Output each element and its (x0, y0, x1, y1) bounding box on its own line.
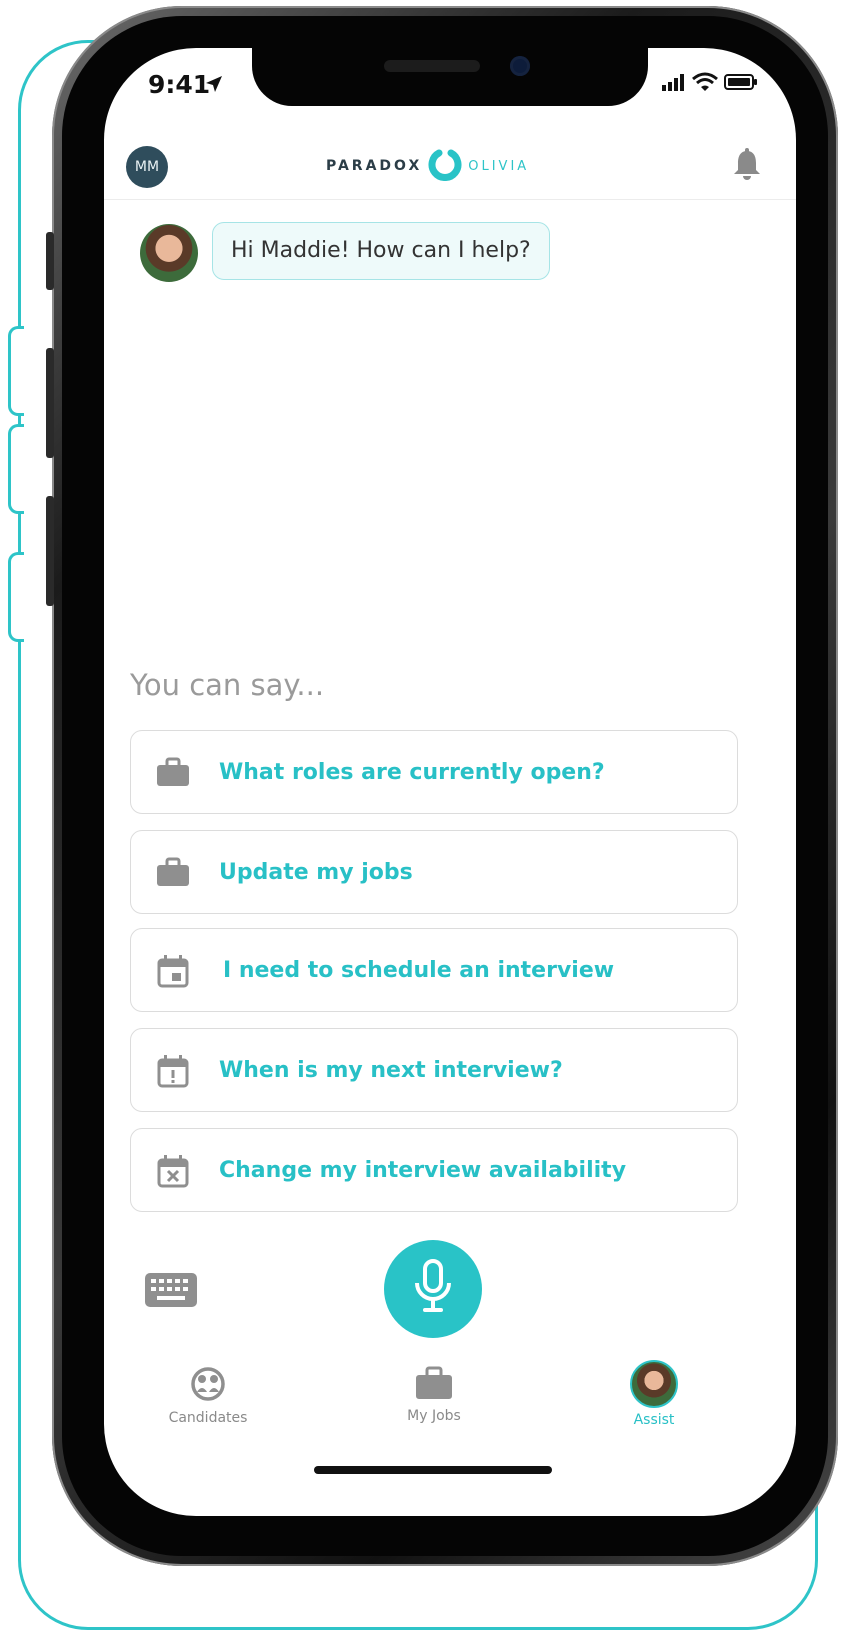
olivia-avatar (140, 224, 198, 282)
suggestion-label: I need to schedule an interview (223, 958, 615, 983)
microphone-icon (413, 1259, 453, 1319)
decorative-side-tab (8, 424, 24, 514)
microphone-button[interactable] (384, 1240, 482, 1338)
suggestion-schedule-interview[interactable]: I need to schedule an interview (130, 928, 738, 1012)
calendar-cancel-icon (155, 1155, 191, 1193)
calendar-icon (155, 955, 191, 993)
suggestion-label: When is my next interview? (219, 1058, 563, 1083)
candidates-icon (190, 1367, 226, 1406)
signal-icon (662, 73, 686, 95)
tab-label: My Jobs (407, 1408, 461, 1424)
tab-candidates[interactable]: Candidates (138, 1366, 278, 1426)
tab-label: Assist (633, 1412, 675, 1428)
decorative-side-tab (8, 326, 24, 416)
speaker (384, 60, 480, 72)
status-indicators (662, 72, 758, 96)
brand-name-right: OLIVIA (468, 158, 530, 174)
user-avatar[interactable]: MM (126, 146, 168, 188)
location-arrow-icon (204, 74, 224, 98)
notch (252, 48, 648, 106)
briefcase-icon (155, 757, 191, 791)
assist-avatar (630, 1360, 678, 1408)
calendar-alert-icon (155, 1055, 191, 1093)
suggestion-update-jobs[interactable]: Update my jobs (130, 830, 738, 914)
brand-name-left: PARADOX (326, 158, 423, 174)
suggestion-open-roles[interactable]: What roles are currently open? (130, 730, 738, 814)
tab-label: Candidates (168, 1410, 248, 1426)
volume-up-button (46, 348, 54, 458)
front-camera (510, 56, 530, 76)
volume-down-button (46, 496, 54, 606)
tab-my-jobs[interactable]: My Jobs (364, 1366, 504, 1424)
suggestion-next-interview[interactable]: When is my next interview? (130, 1028, 738, 1112)
suggestion-change-availability[interactable]: Change my interview availability (130, 1128, 738, 1212)
home-indicator (314, 1466, 552, 1474)
brand-logo: PARADOX OLIVIA (326, 146, 529, 186)
briefcase-icon (155, 857, 191, 891)
status-time: 9:41 (148, 70, 211, 99)
mute-switch (46, 232, 54, 290)
olivia-ring-icon (428, 147, 462, 185)
battery-icon (724, 73, 758, 95)
keyboard-icon[interactable] (144, 1272, 198, 1312)
decorative-side-tab (8, 552, 24, 642)
chat-message-bubble: Hi Maddie! How can I help? (212, 222, 550, 280)
briefcase-icon (414, 1366, 454, 1404)
app-header: MM PARADOX OLIVIA (104, 140, 796, 200)
tab-assist[interactable]: Assist (584, 1360, 724, 1428)
phone-screen: 9:41 MM PARADOX OLIVIA Hi Maddie! How ca… (104, 48, 796, 1516)
notification-bell-icon[interactable] (732, 148, 762, 186)
suggestion-label: Update my jobs (219, 860, 413, 885)
suggestion-label: What roles are currently open? (219, 760, 605, 785)
suggestion-label: Change my interview availability (219, 1158, 627, 1183)
suggestions-heading: You can say... (130, 668, 325, 702)
wifi-icon (692, 72, 718, 96)
